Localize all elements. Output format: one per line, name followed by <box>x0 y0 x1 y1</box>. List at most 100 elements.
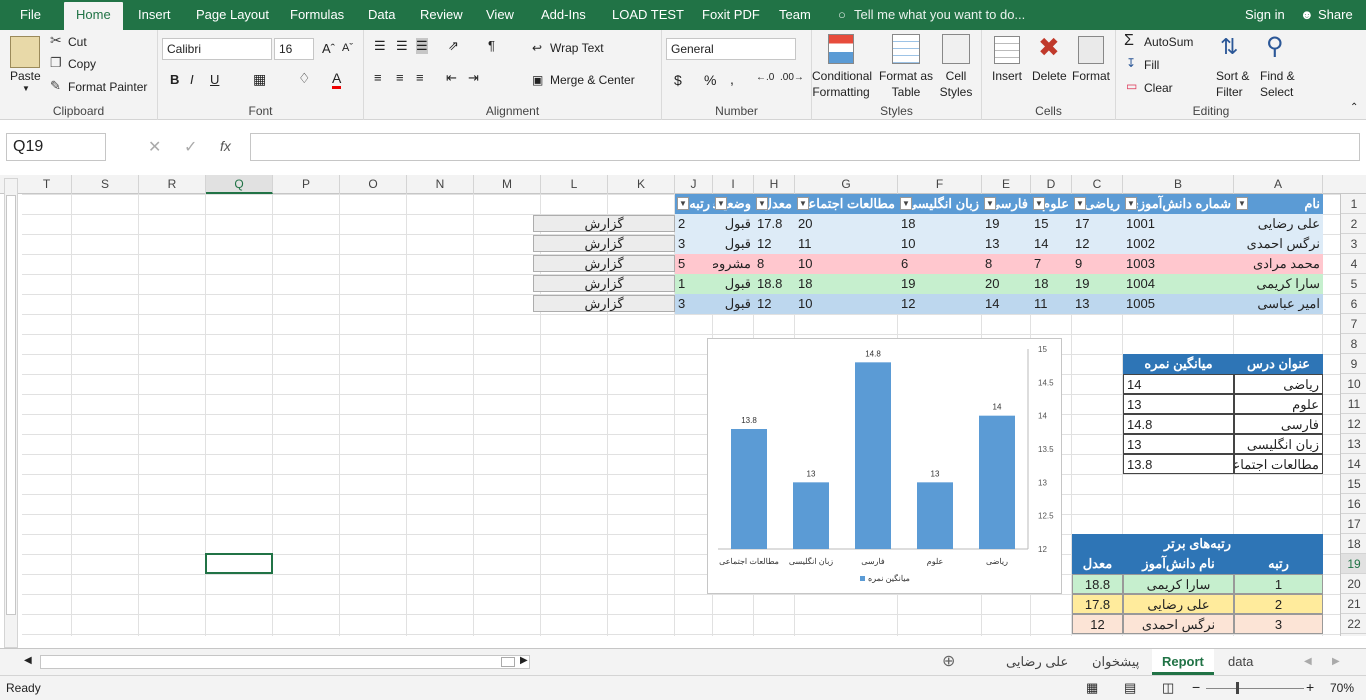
column-header-f[interactable]: F <box>898 175 982 194</box>
average-score-chart[interactable]: 12 12.5 13 13.5 14 14.5 15 14 ریاضی 13 علوم 14.8 فار… <box>707 338 1062 594</box>
sheet-tab-data[interactable]: data <box>1218 649 1263 675</box>
zoom-slider-handle[interactable] <box>1236 682 1239 694</box>
column-header-h[interactable]: H <box>754 175 795 194</box>
underline-button[interactable]: U <box>210 72 219 87</box>
filter-dropdown-icon[interactable]: ▼ <box>715 197 727 210</box>
tab-review[interactable]: Review <box>420 0 463 30</box>
row-header-15[interactable]: 15 <box>1341 474 1366 494</box>
filter-dropdown-icon[interactable]: ▼ <box>756 197 768 210</box>
number-format-select[interactable]: General <box>666 38 796 60</box>
percent-button[interactable]: % <box>704 72 716 88</box>
column-header-j[interactable]: J <box>675 175 713 194</box>
filter-dropdown-icon[interactable]: ▼ <box>1074 197 1086 210</box>
delete-cells-button[interactable]: Delete <box>1032 69 1067 83</box>
name-box[interactable]: Q19 <box>6 133 106 161</box>
find-select-button[interactable]: Find & <box>1260 69 1295 83</box>
grow-font-icon[interactable]: Aˆ <box>322 41 335 56</box>
italic-button[interactable]: I <box>190 72 194 87</box>
font-size-select[interactable]: 16 <box>274 38 314 60</box>
column-header-a[interactable]: A <box>1234 175 1323 194</box>
row-header-12[interactable]: 12 <box>1341 414 1366 434</box>
filter-dropdown-icon[interactable]: ▼ <box>797 197 809 210</box>
sheet-tab-dashboard[interactable]: پیشخوان <box>1082 649 1149 675</box>
page-layout-view-icon[interactable]: ▤ <box>1124 680 1136 696</box>
column-header-n[interactable]: N <box>407 175 474 194</box>
filter-dropdown-icon[interactable]: ▼ <box>1125 197 1137 210</box>
format-painter-button[interactable]: Format Painter <box>68 80 147 94</box>
comma-button[interactable]: , <box>730 71 734 87</box>
column-header-g[interactable]: G <box>795 175 898 194</box>
selected-cell-q19[interactable] <box>205 553 273 574</box>
font-name-select[interactable]: Calibri <box>162 38 272 60</box>
row-header-10[interactable]: 10 <box>1341 374 1366 394</box>
zoom-level[interactable]: 70% <box>1330 681 1354 695</box>
filter-dropdown-icon[interactable]: ▼ <box>984 197 996 210</box>
decrease-indent-icon[interactable]: ⇤ <box>446 70 457 86</box>
column-header-s[interactable]: S <box>72 175 139 194</box>
column-header-b[interactable]: B <box>1123 175 1234 194</box>
column-header-e[interactable]: E <box>982 175 1031 194</box>
insert-function-button[interactable]: fx <box>220 138 231 154</box>
row-header-4[interactable]: 4 <box>1341 254 1366 274</box>
normal-view-icon[interactable]: ▦ <box>1086 680 1098 696</box>
align-middle-icon[interactable]: ☰ <box>396 38 408 54</box>
row-header-17[interactable]: 17 <box>1341 514 1366 534</box>
rtl-direction-icon[interactable]: ¶ <box>488 38 495 53</box>
vertical-scrollbar[interactable] <box>4 178 18 648</box>
row-header-2[interactable]: 2 <box>1341 214 1366 234</box>
shrink-font-icon[interactable]: Aˇ <box>342 42 353 54</box>
tell-me-search[interactable]: Tell me what you want to do... <box>854 0 1025 30</box>
align-left-icon[interactable]: ≡ <box>374 70 382 85</box>
share-button[interactable]: Share <box>1318 0 1353 30</box>
autosum-button[interactable]: AutoSum <box>1144 35 1193 49</box>
row-header-6[interactable]: 6 <box>1341 294 1366 314</box>
column-header-p[interactable]: P <box>273 175 340 194</box>
worksheet-grid[interactable]: نام ▼ شماره دانش‌آموزی ▼ ریاضی ▼ علوم ▼ فارسی ▼ زب… <box>22 194 1340 636</box>
tab-file[interactable]: File <box>20 0 41 30</box>
paste-dropdown-icon[interactable]: ▼ <box>22 84 30 93</box>
align-center-icon[interactable]: ≡ <box>396 70 404 85</box>
row-header-21[interactable]: 21 <box>1341 594 1366 614</box>
increase-decimal-icon[interactable]: ←.0 <box>756 72 774 83</box>
tab-load-test[interactable]: LOAD TEST <box>612 0 684 30</box>
vertical-scroll-thumb[interactable] <box>6 195 16 615</box>
fill-button[interactable]: Fill <box>1144 58 1159 72</box>
format-as-table-button[interactable]: Format as <box>876 69 936 83</box>
decrease-decimal-icon[interactable]: .00→ <box>780 72 804 83</box>
tab-page-layout[interactable]: Page Layout <box>196 0 269 30</box>
sheet-tab-report[interactable]: Report <box>1152 649 1214 675</box>
column-header-i[interactable]: I <box>713 175 754 194</box>
align-right-icon[interactable]: ≡ <box>416 70 424 85</box>
row-header-1[interactable]: 1 <box>1341 194 1366 214</box>
column-header-m[interactable]: M <box>474 175 541 194</box>
align-bottom-icon[interactable]: ☰ <box>416 38 428 54</box>
cell-styles-button[interactable]: Cell <box>936 69 976 83</box>
sort-filter-button[interactable]: Sort & <box>1216 69 1249 83</box>
column-header-d[interactable]: D <box>1031 175 1072 194</box>
increase-indent-icon[interactable]: ⇥ <box>468 70 479 86</box>
filter-dropdown-icon[interactable]: ▼ <box>1033 197 1045 210</box>
row-header-9[interactable]: 9 <box>1341 354 1366 374</box>
scroll-left-icon[interactable]: ◀ <box>24 655 32 666</box>
row-header-16[interactable]: 16 <box>1341 494 1366 514</box>
row-header-11[interactable]: 11 <box>1341 394 1366 414</box>
report-button[interactable]: گزارش <box>533 295 675 312</box>
formula-input[interactable] <box>250 133 1360 161</box>
column-header-c[interactable]: C <box>1072 175 1123 194</box>
column-header-r[interactable]: R <box>139 175 206 194</box>
tab-team[interactable]: Team <box>779 0 811 30</box>
row-header-22[interactable]: 22 <box>1341 614 1366 634</box>
horizontal-scroll-thumb[interactable] <box>501 657 515 667</box>
report-button[interactable]: گزارش <box>533 235 675 252</box>
row-header-20[interactable]: 20 <box>1341 574 1366 594</box>
tab-formulas[interactable]: Formulas <box>290 0 344 30</box>
zoom-in-icon[interactable]: + <box>1306 679 1314 695</box>
paste-button[interactable]: Paste <box>10 69 41 83</box>
borders-icon[interactable]: ▦ <box>253 71 266 88</box>
next-sheet-icon[interactable]: ▶ <box>1332 656 1340 667</box>
conditional-formatting-button[interactable]: Conditional <box>812 69 872 83</box>
tab-insert[interactable]: Insert <box>138 0 171 30</box>
cancel-icon[interactable]: ✕ <box>148 137 161 157</box>
clear-button[interactable]: Clear <box>1144 81 1173 95</box>
tab-home[interactable]: Home <box>64 2 123 30</box>
